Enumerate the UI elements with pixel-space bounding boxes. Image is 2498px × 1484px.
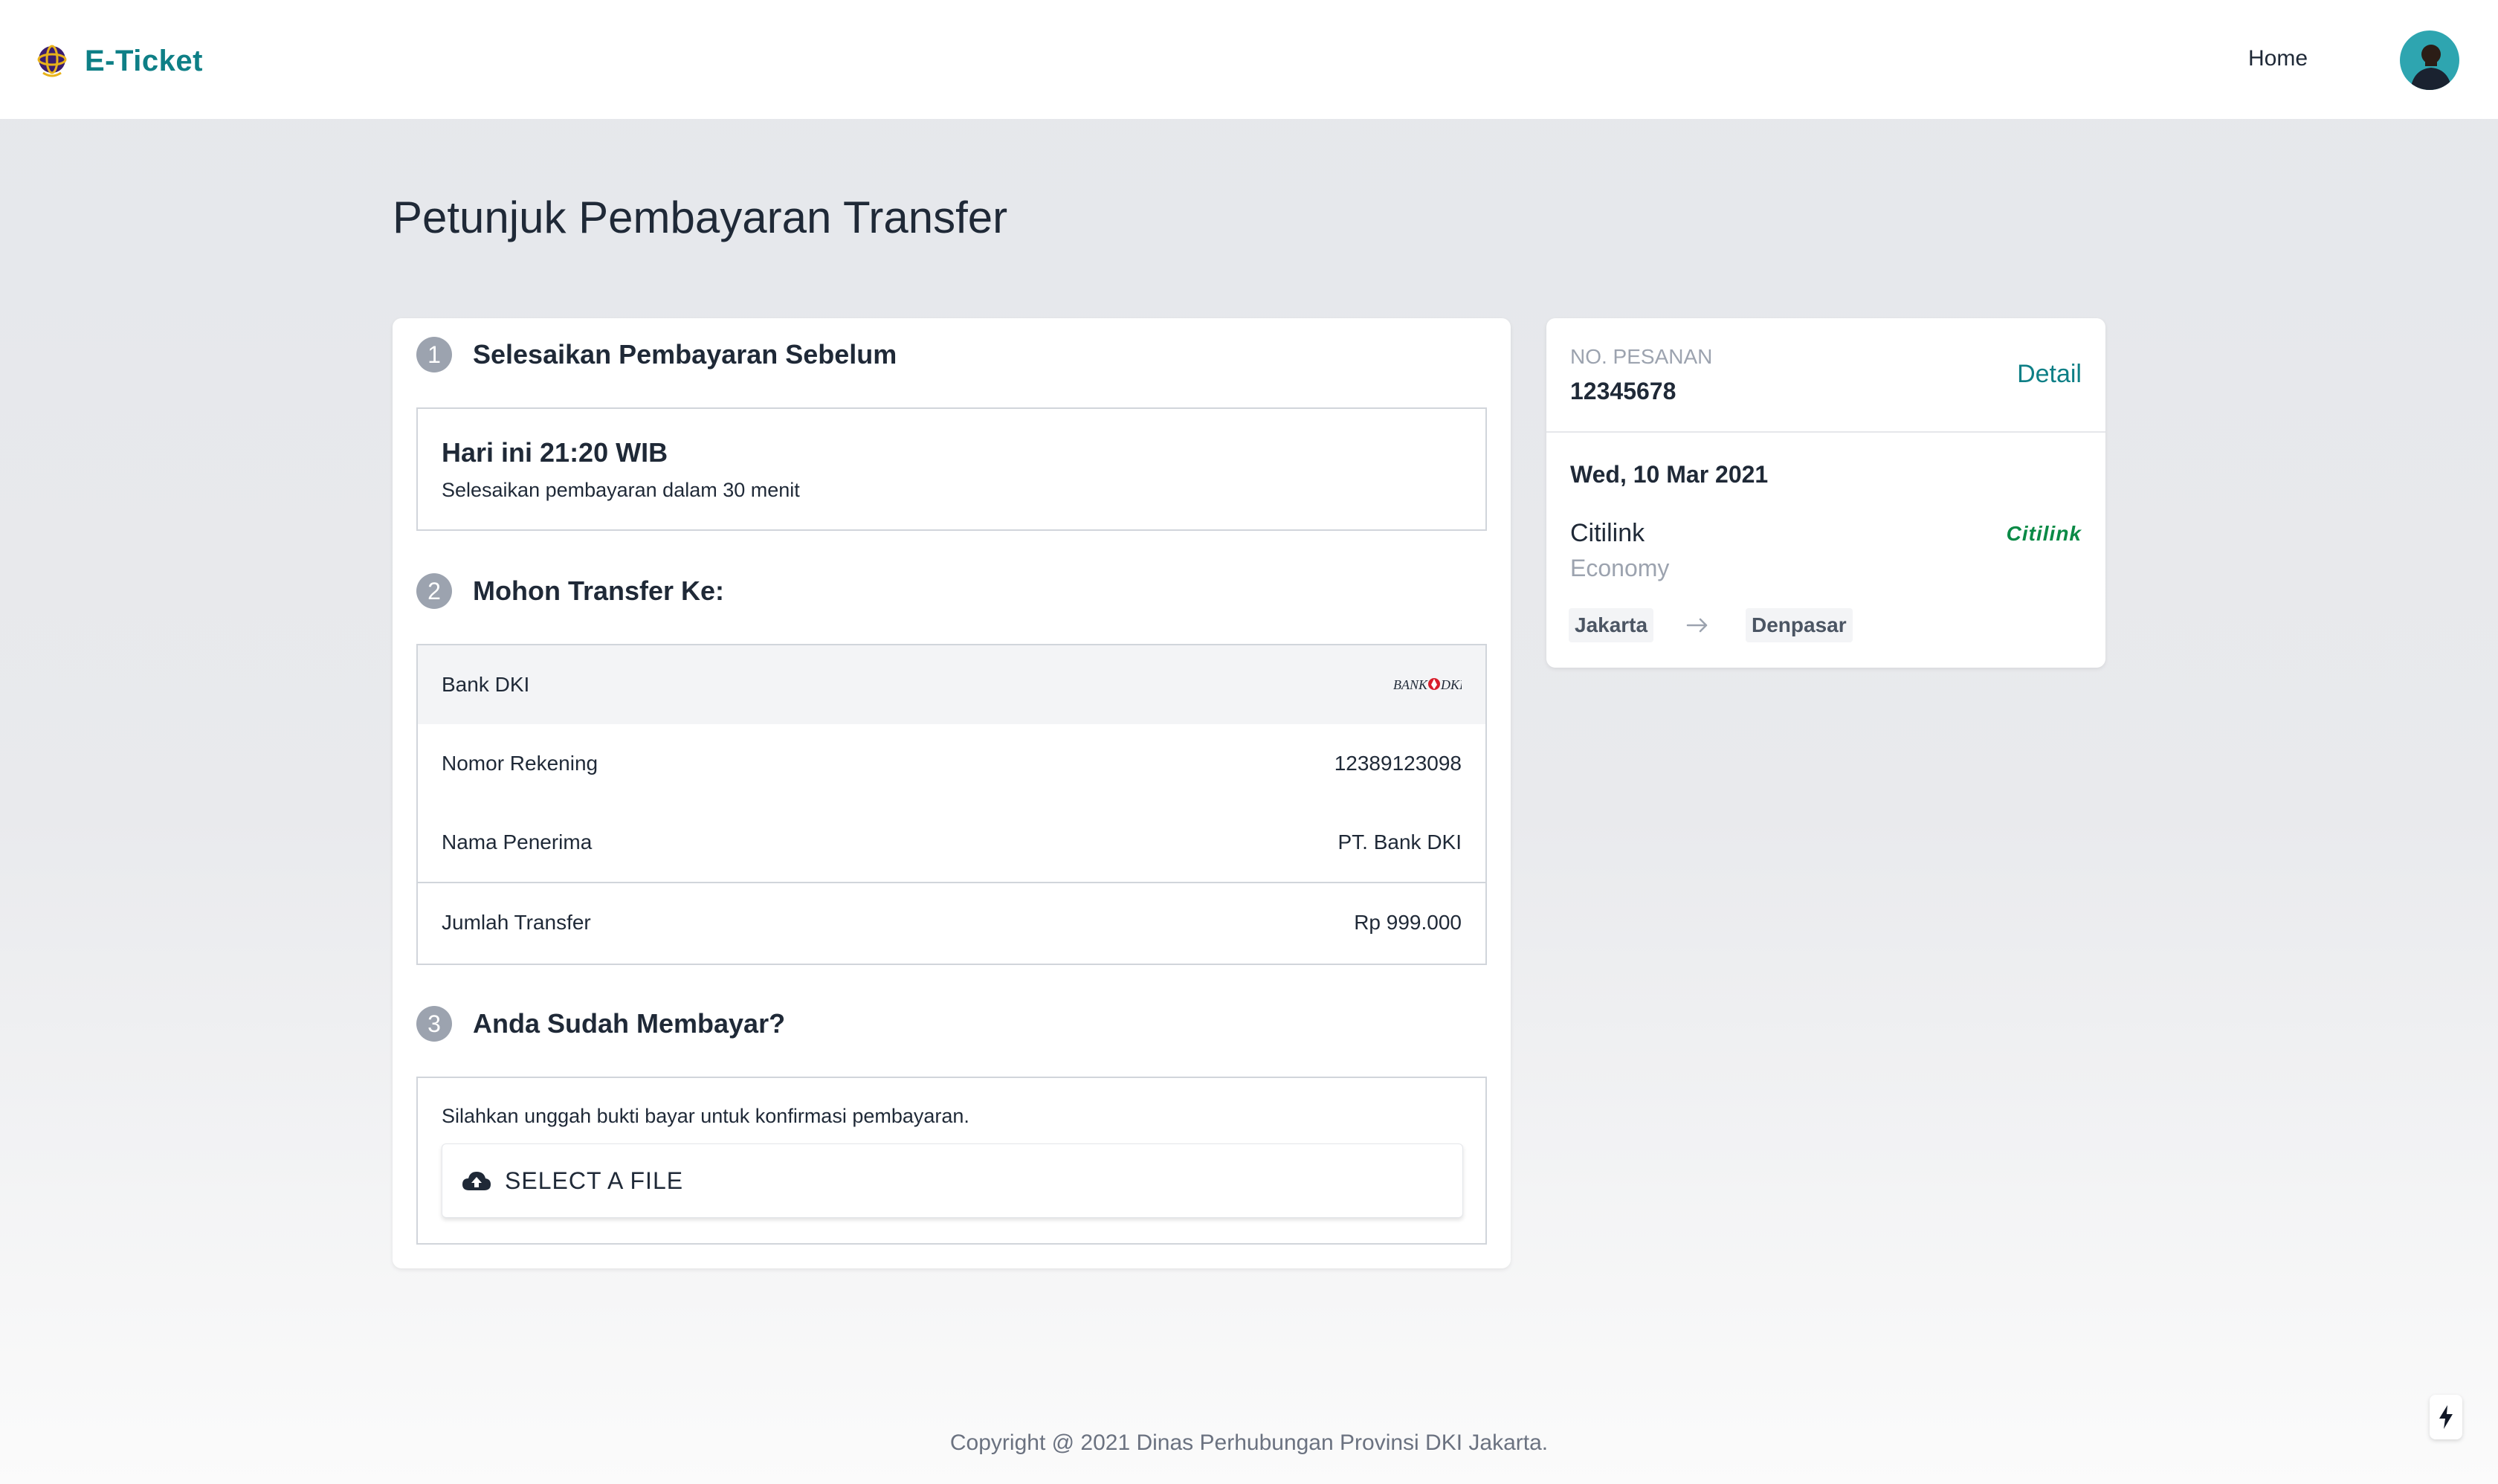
airline-name: Citilink	[1570, 519, 1645, 547]
bank-row: Bank DKI BANK DKI	[418, 645, 1485, 724]
recipient-value: PT. Bank DKI	[1337, 830, 1462, 854]
order-summary-card: NO. PESANAN 12345678 Detail Wed, 10 Mar …	[1546, 318, 2105, 668]
select-file-button[interactable]: SELECT A FILE	[442, 1143, 1463, 1218]
amount-value: Rp 999.000	[1354, 911, 1462, 934]
step-2-header: 2 Mohon Transfer Ke:	[416, 571, 724, 611]
account-number-label: Nomor Rekening	[442, 752, 598, 775]
nav-home-link[interactable]: Home	[2248, 46, 2308, 71]
order-number: 12345678	[1570, 378, 1676, 404]
deadline-box: Hari ini 21:20 WIB Selesaikan pembayaran…	[416, 407, 1487, 531]
order-divider	[1546, 431, 2105, 433]
navbar: E-Ticket Home	[0, 0, 2498, 120]
airline-logo: Citilink	[2006, 522, 2082, 545]
cloud-upload-icon	[462, 1172, 491, 1190]
destination-city: Denpasar	[1746, 608, 1853, 642]
flight-date: Wed, 10 Mar 2021	[1570, 461, 1769, 488]
transfer-details-box: Bank DKI BANK DKI Nomor Rekening 1238912…	[416, 644, 1487, 965]
bank-dki-logo: BANK DKI	[1393, 677, 1462, 692]
order-number-label: NO. PESANAN	[1570, 345, 1713, 368]
page-title: Petunjuk Pembayaran Transfer	[393, 193, 1008, 242]
cabin-class: Economy	[1570, 555, 1670, 581]
avatar-image	[2400, 30, 2459, 90]
origin-city: Jakarta	[1569, 608, 1654, 642]
lightning-icon	[2439, 1405, 2453, 1429]
recipient-row: Nama Penerima PT. Bank DKI	[418, 803, 1485, 882]
avatar[interactable]	[2400, 30, 2459, 90]
step-1-number: 1	[416, 337, 452, 372]
upload-note: Silahkan unggah bukti bayar untuk konfir…	[442, 1105, 969, 1127]
detail-link[interactable]: Detail	[2017, 360, 2082, 389]
step-3-number: 3	[416, 1006, 452, 1042]
deadline-time: Hari ini 21:20 WIB	[442, 437, 668, 468]
step-3-header: 3 Anda Sudah Membayar?	[416, 1004, 785, 1044]
step-3-title: Anda Sudah Membayar?	[473, 1008, 786, 1039]
bank-name: Bank DKI	[442, 673, 530, 696]
logo-icon	[37, 45, 67, 77]
step-2-number: 2	[416, 573, 452, 609]
brand-link[interactable]: E-Ticket	[36, 39, 203, 83]
select-file-label: SELECT A FILE	[505, 1167, 684, 1194]
deadline-note: Selesaikan pembayaran dalam 30 menit	[442, 479, 800, 501]
step-1-title: Selesaikan Pembayaran Sebelum	[473, 339, 897, 370]
step-1-header: 1 Selesaikan Pembayaran Sebelum	[416, 335, 897, 375]
footer-copyright: Copyright @ 2021 Dinas Perhubungan Provi…	[949, 1430, 1549, 1455]
account-number-value: 12389123098	[1334, 752, 1462, 775]
svg-text:DKI: DKI	[1440, 677, 1462, 692]
upload-box: Silahkan unggah bukti bayar untuk konfir…	[416, 1077, 1487, 1245]
payment-instructions-card: 1 Selesaikan Pembayaran Sebelum Hari ini…	[393, 318, 1511, 1268]
brand-name: E-Ticket	[85, 44, 203, 77]
recipient-label: Nama Penerima	[442, 830, 593, 854]
arrow-right-icon	[1686, 618, 1708, 633]
lightning-button[interactable]	[2430, 1395, 2462, 1439]
amount-row: Jumlah Transfer Rp 999.000	[418, 883, 1485, 962]
svg-text:BANK: BANK	[1393, 677, 1428, 692]
account-number-row: Nomor Rekening 12389123098	[418, 724, 1485, 803]
step-2-title: Mohon Transfer Ke:	[473, 575, 725, 606]
amount-label: Jumlah Transfer	[442, 911, 591, 934]
